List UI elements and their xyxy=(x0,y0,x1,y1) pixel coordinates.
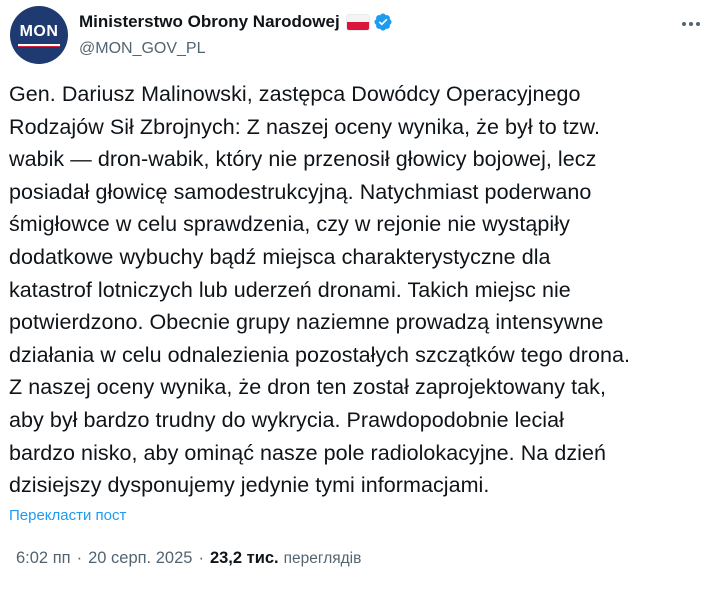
tweet-text-line: posiadał głowicę samodestrukcyjną. Natyc… xyxy=(9,179,592,204)
tweet: MON Ministerstwo Obrony Narodowej @MON_G… xyxy=(0,0,721,589)
tweet-text-line: aby był bardzo trudny do wykrycia. Prawd… xyxy=(9,407,564,432)
meta-separator: · xyxy=(76,549,83,567)
tweet-text-line: działania w celu odnalezienia pozostałyc… xyxy=(9,342,631,367)
author-handle[interactable]: @MON_GOV_PL xyxy=(79,40,393,58)
poland-flag-icon xyxy=(346,14,369,30)
tweet-text-line: Gen. Dariusz Malinowski, zastępca Dowódc… xyxy=(9,82,581,106)
tweet-text-line: bardzo nisko, aby ominąć nasze pole radi… xyxy=(9,440,606,465)
translate-post-link[interactable]: Перекласти пост xyxy=(9,507,126,524)
tweet-text-line: śmigłowce w celu sprawdzenia, czy w rejo… xyxy=(9,212,570,237)
tweet-meta: 6:02 пп · 20 серп. 2025 · 23,2 тис. пере… xyxy=(16,549,361,568)
display-name-row: Ministerstwo Obrony Narodowej xyxy=(79,10,393,34)
post-date[interactable]: 20 серп. 2025 xyxy=(88,549,192,568)
tweet-text-line: dzisiejszy dysponujemy jedynie tymi info… xyxy=(9,473,490,498)
tweet-text-line: Rodzajów Sił Zbrojnych: Z naszej oceny w… xyxy=(9,114,600,139)
views-count: 23,2 тис. xyxy=(209,549,279,567)
tweet-text: Gen. Dariusz Malinowski, zastępca Dowódc… xyxy=(9,78,709,502)
display-name[interactable]: Ministerstwo Obrony Narodowej xyxy=(79,12,340,32)
tweet-text-line: Z naszej oceny wynika, że dron ten zosta… xyxy=(9,375,606,400)
tweet-text-line: wabik — dron-wabik, który nie przenosił … xyxy=(9,147,597,172)
meta-separator: · xyxy=(198,549,204,567)
more-options-icon[interactable] xyxy=(677,10,705,38)
tweet-header: MON Ministerstwo Obrony Narodowej @MON_G… xyxy=(10,4,711,64)
views-label: переглядів xyxy=(283,549,362,567)
tweet-text-line: dodatkowe wybuchy bądź miejsca charakter… xyxy=(9,244,551,269)
verified-badge-icon[interactable] xyxy=(373,12,393,32)
tweet-text-line: katastrof lotniczych lub uderzeń dronami… xyxy=(9,277,571,302)
avatar[interactable]: MON xyxy=(10,6,68,64)
tweet-text-line: potwierdzono. Obecnie grupy naziemne pro… xyxy=(9,310,604,335)
avatar-stripe xyxy=(18,44,60,47)
avatar-logo-text: MON xyxy=(19,23,59,40)
author-names: Ministerstwo Obrony Narodowej @MON_GOV_P… xyxy=(79,10,393,58)
post-time[interactable]: 6:02 пп xyxy=(16,549,71,568)
